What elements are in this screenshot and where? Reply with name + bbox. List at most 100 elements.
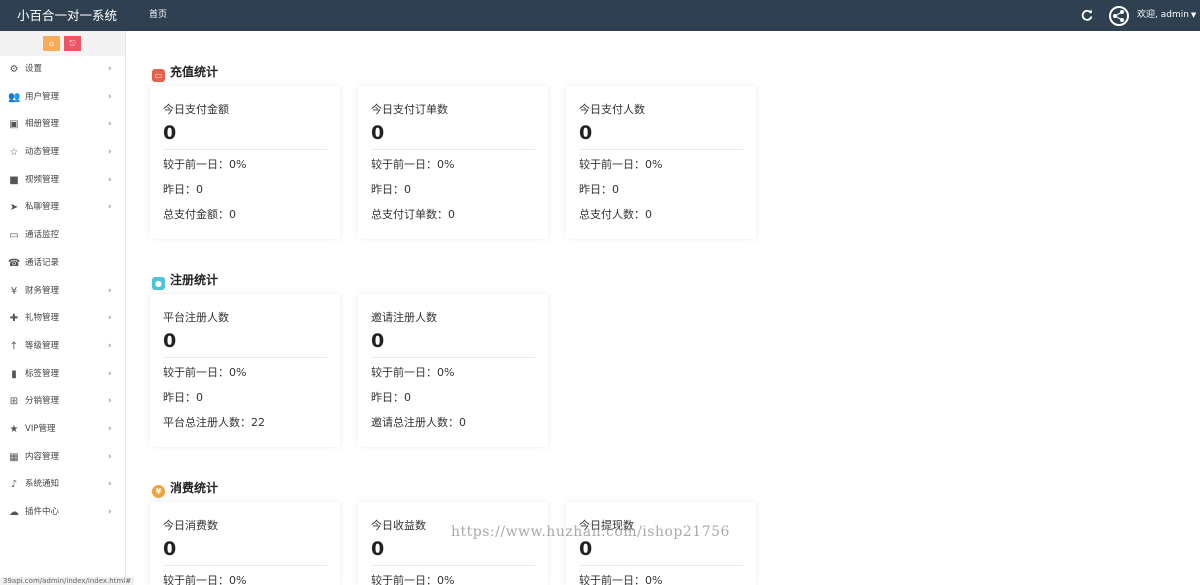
gears-icon: ⚙ [9,64,19,75]
section-title-label: 充值统计 [170,65,219,79]
sidebar-item[interactable]: ▦ 内容管理 › [0,444,125,472]
bookmark-icon: ▮ [11,368,17,380]
user-icon: ● [152,277,165,290]
stat-card-value: 0 [163,330,177,352]
sidebar-item[interactable]: ☎ 通话记录 [0,250,125,278]
divider [579,565,743,566]
divider [163,149,327,150]
sidebar-item-label: 分销管理 [25,396,60,407]
grid-icon: ▦ [9,451,19,463]
star-icon: ★ [9,423,19,435]
avatar[interactable] [1109,6,1129,26]
chevron-right-icon: › [108,396,112,407]
sidebar-item-label: VIP管理 [25,423,56,434]
app-title: 小百合一对一系统 [17,8,118,23]
yen-icon: ¥ [10,285,18,297]
video-camera-icon: ■ [9,174,19,186]
sidebar-item[interactable]: ⊞ 分销管理 › [0,388,125,416]
top-navbar: 小百合一对一系统 首页 欢迎, admin ▼ [0,0,1200,31]
level-up-icon: ↑ [9,340,19,352]
wallet-icon: ▭ [152,69,165,82]
chevron-right-icon: › [108,507,112,517]
section-title: ▭ 充值统计 [152,64,219,82]
sidebar-item[interactable]: ↑ 等级管理 › [0,333,125,361]
stat-card-detail: 较于前一日：0% [163,366,247,379]
stat-card-detail: 较于前一日：0% [371,574,455,585]
sitemap-icon: ⊞ [9,396,19,408]
stat-card-detail: 昨日：0 [163,391,203,404]
stat-card-title: 邀请注册人数 [371,311,437,324]
sidebar-header: ⌂ ⎋ [0,31,125,56]
stat-card-detail: 较于前一日：0% [579,574,663,585]
sidebar-item[interactable]: ▮ 标签管理 › [0,361,125,389]
sidebar-item[interactable]: ♪ 系统通知 › [0,471,125,499]
welcome-label: 欢迎, admin [1137,10,1189,20]
chevron-right-icon: › [108,64,112,74]
chevron-right-icon: › [108,368,112,379]
sidebar-item[interactable]: ☆ 动态管理 › [0,139,125,167]
stat-card-detail: 昨日：0 [371,391,411,404]
sidebar-item[interactable]: ▭ 通话监控 [0,222,125,250]
divider [371,149,535,150]
sidebar-item[interactable]: ■ 视频管理 › [0,167,125,195]
divider [371,357,535,358]
gift-icon: ✚ [9,313,19,325]
sidebar-item[interactable]: ★ VIP管理 › [0,416,125,444]
chevron-right-icon: › [108,174,112,185]
refresh-icon[interactable] [1081,9,1093,21]
sidebar-item[interactable]: ⚙ 设置 › [0,56,125,84]
sidebar-item-label: 内容管理 [25,451,60,462]
stat-card-detail: 总支付人数：0 [579,208,652,221]
stat-card-value: 0 [579,538,593,560]
sidebar-item-label: 私聊管理 [25,202,60,213]
star-outline-icon: ☆ [9,147,19,159]
stat-card-detail: 较于前一日：0% [163,158,247,171]
stat-card-value: 0 [579,122,593,144]
section-title: ¥ 消费统计 [152,480,218,498]
sidebar-item-label: 插件中心 [25,507,60,517]
chevron-right-icon: › [108,313,112,324]
stat-card-detail: 较于前一日：0% [163,574,247,585]
home-icon[interactable]: ⌂ [43,36,60,51]
chevron-right-icon: › [108,451,112,462]
logout-icon[interactable]: ⎋ [64,36,81,51]
cloud-icon: ☁ [9,507,19,518]
chevron-right-icon: › [108,340,112,351]
sidebar-item-label: 系统通知 [25,479,60,490]
section-title-label: 注册统计 [170,273,219,287]
sidebar-item-label: 相册管理 [25,119,60,130]
stat-card: 邀请注册人数 0 较于前一日：0% 昨日：0 邀请总注册人数：0 [358,294,548,447]
sidebar-item[interactable]: ¥ 财务管理 › [0,278,125,306]
user-menu-button[interactable]: 欢迎, admin ▼ [1137,0,1196,31]
sidebar-item-label: 礼物管理 [25,313,60,324]
stat-card-detail: 昨日：0 [163,183,203,196]
divider [163,357,327,358]
stat-card: 今日收益数 0 较于前一日：0% [358,502,548,585]
sidebar-item[interactable]: ✚ 礼物管理 › [0,305,125,333]
sidebar-item-label: 设置 [25,64,43,74]
chevron-right-icon: › [108,479,112,490]
stat-card: 平台注册人数 0 较于前一日：0% 昨日：0 平台总注册人数：22 [150,294,340,447]
section-title: ● 注册统计 [152,272,219,290]
yen-circle-icon: ¥ [152,485,165,498]
stat-card: 今日支付订单数 0 较于前一日：0% 昨日：0 总支付订单数：0 [358,86,548,239]
image-icon: ▣ [9,119,19,131]
stat-card-title: 今日支付订单数 [371,103,448,116]
sidebar-item-label: 等级管理 [25,340,60,351]
chevron-right-icon: › [108,423,112,434]
stat-card: 今日提现数 0 较于前一日：0% [566,502,756,585]
telegram-icon: ➤ [9,202,19,214]
stat-card-title: 今日消费数 [163,519,218,532]
sidebar-item[interactable]: ▣ 相册管理 › [0,111,125,139]
stat-card-detail: 平台总注册人数：22 [163,416,265,429]
stat-card-detail: 较于前一日：0% [579,158,663,171]
sidebar-menu: ⚙ 设置 › 👥 用户管理 › ▣ 相册管理 › ☆ 动态管理 › ■ 视频管理 › ➤ 私聊管理 › ▭ 通话监控 ☎… [0,56,125,527]
sidebar-item[interactable]: ➤ 私聊管理 › [0,194,125,222]
sidebar-item-label: 用户管理 [25,91,60,102]
sidebar-item[interactable]: 👥 用户管理 › [0,84,125,112]
sidebar-item[interactable]: ☁ 插件中心 › [0,499,125,527]
tab-home[interactable]: 首页 [149,0,167,31]
stat-card-value: 0 [163,538,177,560]
chevron-right-icon: › [108,147,112,158]
sidebar-item-label: 财务管理 [25,285,60,296]
